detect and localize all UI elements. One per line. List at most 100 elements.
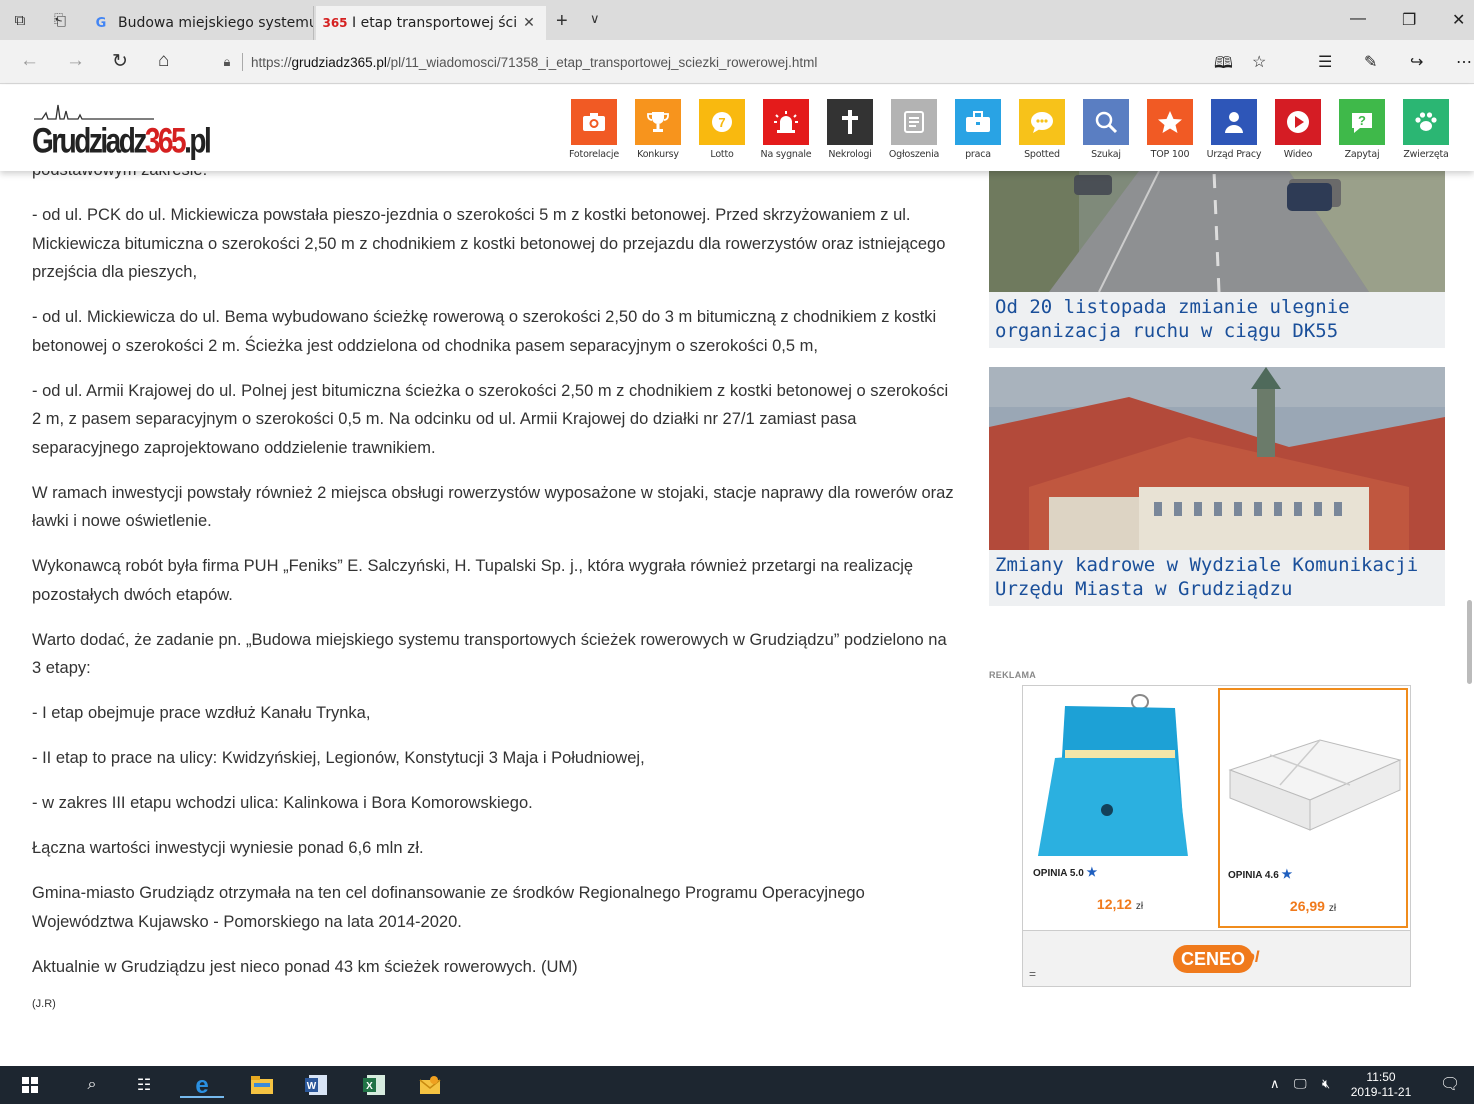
web-notes-pen-icon[interactable]: ✎ [1364, 52, 1377, 72]
restore-icon[interactable]: ❐ [1402, 10, 1416, 30]
site-logo[interactable]: Grudziadz365.pl [32, 99, 212, 160]
page-scrollbar-thumb[interactable] [1467, 600, 1472, 684]
ad-menu-icon[interactable]: = [1029, 967, 1036, 981]
favorites-hub-icon[interactable]: ☰ [1318, 52, 1332, 72]
word-app-icon[interactable]: W [298, 1072, 334, 1098]
article-paragraph: Warto dodać, że zadanie pn. „Budowa miej… [32, 630, 947, 678]
category-spotted[interactable]: Spotted [1010, 99, 1074, 160]
news-caption[interactable]: Zmiany kadrowe w Wydziale Komunikacji Ur… [989, 550, 1445, 606]
category-label: Wideo [1283, 149, 1313, 160]
author-signature: (J.R) [32, 997, 56, 1010]
category-label: Fotorelacje [569, 149, 619, 160]
category-label: Ogłoszenia [888, 149, 940, 160]
back-arrow-icon[interactable]: ← [20, 50, 39, 72]
tab-list-icon[interactable]: ⧉ [8, 8, 32, 32]
road-photo[interactable] [989, 171, 1445, 292]
address-toolbar: ← → ↻ ⌂ 🔒︎ https://grudziadz365.pl/pl/11… [0, 40, 1474, 84]
close-tab-icon[interactable]: ✕ [518, 15, 540, 31]
category-label: Spotted [1024, 149, 1060, 160]
windows-start-icon[interactable] [12, 1072, 48, 1098]
ceneo-logo: CENEO [1173, 945, 1254, 973]
search-icon [1083, 99, 1129, 145]
category-praca[interactable]: praca [946, 99, 1010, 160]
more-dots-icon[interactable]: ⋯ [1456, 52, 1472, 72]
refresh-icon[interactable]: ↻ [112, 50, 128, 73]
category-label: TOP 100 [1150, 149, 1190, 160]
task-view-icon[interactable]: ☷ [126, 1072, 162, 1098]
news-caption[interactable]: Od 20 listopada zmianie ulegnie organiza… [989, 292, 1445, 348]
svg-text:7: 7 [718, 115, 725, 130]
camera-icon [571, 99, 617, 145]
search-icon[interactable]: ⌕ [74, 1072, 110, 1098]
clock-time: 11:50 [1366, 1070, 1396, 1084]
browser-tab-bar: ⧉ ⎗ G Budowa miejskiego systemu 365 I et… [0, 0, 1474, 40]
price-value: 12,12 [1096, 896, 1132, 912]
briefcase-icon [955, 99, 1001, 145]
system-clock[interactable]: 11:50 2019-11-21 [1348, 1070, 1414, 1100]
excel-app-icon[interactable]: X [356, 1072, 392, 1098]
article-paragraph: - w zakres III etapu wchodzi ulica: Kali… [32, 794, 533, 812]
price-currency: zł [1328, 903, 1337, 914]
article-paragraph: Aktualnie w Grudziądzu jest nieco ponad … [32, 957, 578, 976]
favorite-star-icon[interactable]: ☆ [1252, 52, 1266, 72]
forward-arrow-icon[interactable]: → [66, 50, 85, 72]
cross-icon [827, 99, 873, 145]
window-close-icon[interactable]: ✕ [1452, 10, 1465, 30]
action-center-icon[interactable]: 🗨︎ [1440, 1074, 1460, 1094]
reading-view-icon[interactable]: 🕮︎ [1214, 52, 1233, 79]
product-price[interactable]: 26,99 zł [1220, 898, 1406, 914]
person-icon [1211, 99, 1257, 145]
category-urzad-pracy[interactable]: Urząd Pracy [1202, 99, 1266, 160]
category-na-sygnale[interactable]: Na sygnale [754, 99, 818, 160]
category-top100[interactable]: TOP 100 [1138, 99, 1202, 160]
edge-browser-icon[interactable]: e [180, 1072, 224, 1098]
category-lotto[interactable]: 7 Lotto [690, 99, 754, 160]
news-card-kadrowe[interactable]: Zmiany kadrowe w Wydziale Komunikacji Ur… [989, 367, 1445, 606]
ad-product-organizer[interactable]: OPINIA 4.6 ★ 26,99 zł [1218, 688, 1408, 928]
chevron-down-icon[interactable]: ∨ [590, 11, 600, 27]
ceneo-logo-bar[interactable]: CENEO pl = [1023, 930, 1410, 986]
category-konkursy[interactable]: Konkursy [626, 99, 690, 160]
volume-muted-icon[interactable]: 🔇︎ [1322, 1076, 1330, 1092]
tab-title: I etap transportowej ści [352, 15, 518, 31]
town-hall-photo[interactable] [989, 367, 1445, 550]
category-ogloszenia[interactable]: Ogłoszenia [882, 99, 946, 160]
url-input[interactable]: 🔒︎ https://grudziadz365.pl/pl/11_wiadomo… [212, 47, 1300, 77]
article-paragraph: - od ul. PCK do ul. Mickiewicza powstała… [32, 206, 946, 281]
new-tab-icon[interactable]: + [556, 10, 568, 33]
article-paragraph: Wykonawcą robót była firma PUH „Feniks” … [32, 557, 914, 604]
price-currency: zł [1135, 901, 1144, 912]
category-zapytaj[interactable]: ? Zapytaj [1330, 99, 1394, 160]
url-separator [242, 53, 243, 71]
logo-text: Grudziadz [32, 121, 147, 160]
minimize-icon[interactable]: — [1350, 10, 1366, 28]
network-icon[interactable]: 🖵︎ [1294, 1076, 1307, 1092]
category-szukaj[interactable]: Szukaj [1074, 99, 1138, 160]
home-icon[interactable]: ⌂ [158, 50, 169, 72]
chat-icon [1019, 99, 1065, 145]
category-label: Urząd Pracy [1206, 149, 1262, 160]
skyline-logo-icon [34, 104, 154, 120]
category-fotorelacje[interactable]: Fotorelacje [562, 99, 626, 160]
tab-i-etap[interactable]: 365 I etap transportowej ści ✕ [316, 6, 546, 40]
category-zwierzeta[interactable]: Zwierzęta [1394, 99, 1458, 160]
svg-text:e: e [195, 1073, 208, 1095]
news-card-dk55[interactable]: Od 20 listopada zmianie ulegnie organiza… [989, 171, 1445, 348]
ceneo-ad[interactable]: OPINIA 5.0 ★ 12,12 zł OPINIA 4.6 ★ 26,99… [1022, 685, 1411, 987]
product-price[interactable]: 12,12 zł [1025, 896, 1215, 912]
file-explorer-icon[interactable] [244, 1072, 280, 1098]
category-label: Szukaj [1091, 149, 1121, 160]
category-label: Nekrologi [828, 149, 872, 160]
share-icon[interactable]: ↪ [1410, 52, 1423, 72]
set-tabs-aside-icon[interactable]: ⎗ [48, 8, 72, 32]
url-path: /pl/11_wiadomosci/71358_i_etap_transport… [386, 54, 818, 70]
category-wideo[interactable]: Wideo [1266, 99, 1330, 160]
category-nekrologi[interactable]: Nekrologi [818, 99, 882, 160]
tab-budowa[interactable]: G Budowa miejskiego systemu [82, 6, 314, 40]
site-header: Grudziadz365.pl Fotorelacje Konkursy 7 L… [0, 85, 1474, 171]
show-hidden-icons-icon[interactable]: ∧ [1270, 1076, 1280, 1092]
rating-star-icon: ★ [1281, 867, 1293, 881]
mail-app-icon[interactable] [412, 1072, 448, 1098]
ceneo-logo-suffix: pl [1245, 949, 1260, 966]
ad-product-folder[interactable]: OPINIA 5.0 ★ 12,12 zł [1025, 688, 1215, 928]
